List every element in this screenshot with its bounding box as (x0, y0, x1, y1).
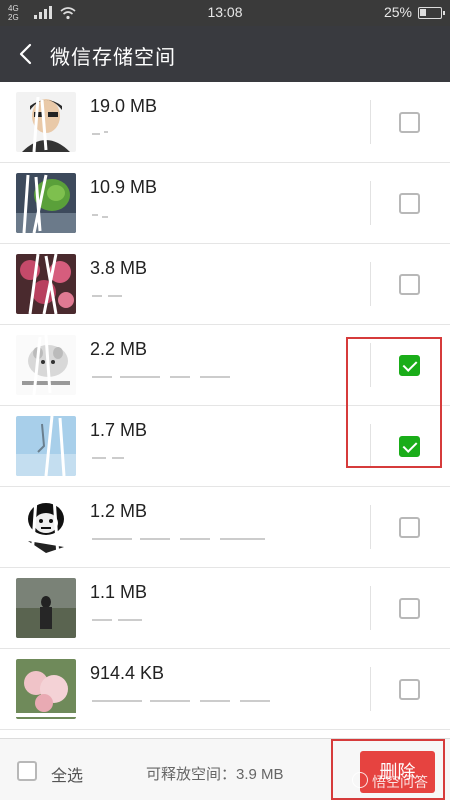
select-all-checkbox[interactable] (17, 761, 37, 781)
list-item[interactable]: 914.4 KB (0, 649, 450, 730)
file-list: 19.0 MB 10.9 MB 3.8 MB 2.2 MB 1.7 MB 1.2… (0, 82, 450, 738)
list-item[interactable]: 1.1 MB (0, 568, 450, 649)
row-divider (370, 343, 371, 387)
file-size: 914.4 KB (90, 663, 165, 683)
thumbnail-image (16, 578, 76, 638)
list-item[interactable]: 19.0 MB (0, 82, 450, 163)
list-item[interactable]: 10.9 MB (0, 163, 450, 244)
thumbnail-image (16, 92, 76, 152)
item-checkbox[interactable] (399, 193, 420, 214)
file-size: 1.1 MB (90, 582, 148, 602)
page-title: 微信存储空间 (50, 47, 176, 69)
redacted-text (92, 700, 270, 702)
row-divider (370, 586, 371, 630)
item-checkbox[interactable] (399, 679, 420, 700)
back-arrow-icon[interactable] (14, 40, 38, 68)
thumbnail-image (16, 335, 76, 395)
row-divider (370, 262, 371, 306)
item-checkbox[interactable] (399, 517, 420, 538)
file-size: 2.2 MB (90, 339, 148, 359)
redacted-text (92, 131, 108, 135)
row-divider (370, 100, 371, 144)
list-item[interactable]: 1.2 MB (0, 487, 450, 568)
thumbnail-image (16, 173, 76, 233)
item-checkbox[interactable] (399, 112, 420, 133)
item-checkbox-checked[interactable] (399, 436, 420, 457)
file-size: 3.8 MB (90, 258, 148, 278)
battery-percent: 25% (383, 4, 412, 20)
thumbnail-image (16, 497, 76, 557)
status-bar: 4G 2G 13:08 25% (0, 0, 450, 26)
select-all-label[interactable]: 全选 (51, 762, 83, 786)
file-size: 1.2 MB (90, 501, 148, 521)
file-size: 10.9 MB (90, 177, 158, 197)
list-item[interactable] (0, 730, 450, 738)
item-checkbox-checked[interactable] (399, 355, 420, 376)
redacted-text (92, 376, 230, 378)
redacted-text (92, 619, 142, 621)
redacted-text (92, 295, 122, 297)
watermark-text: 悟空问答 (372, 774, 428, 790)
thumbnail-image (16, 659, 76, 719)
item-checkbox[interactable] (399, 274, 420, 295)
thumbnail-image (16, 416, 76, 476)
item-checkbox[interactable] (399, 598, 420, 619)
list-item[interactable]: 3.8 MB (0, 244, 450, 325)
redacted-text (92, 214, 108, 218)
nav-bar: 微信存储空间 (0, 26, 450, 82)
row-divider (370, 424, 371, 468)
file-size: 19.0 MB (90, 96, 158, 116)
file-size: 1.7 MB (90, 420, 148, 440)
row-divider (370, 181, 371, 225)
row-divider (370, 667, 371, 711)
watermark-icon (352, 772, 368, 788)
redacted-text (92, 538, 265, 540)
row-divider (370, 505, 371, 549)
free-space-label: 可释放空间：3.9 MB (146, 766, 284, 783)
redacted-text (92, 457, 124, 459)
list-item[interactable]: 2.2 MB (0, 325, 450, 406)
status-time: 13:08 (207, 4, 243, 20)
list-item[interactable]: 1.7 MB (0, 406, 450, 487)
battery-icon (418, 7, 445, 19)
thumbnail-image (16, 254, 76, 314)
